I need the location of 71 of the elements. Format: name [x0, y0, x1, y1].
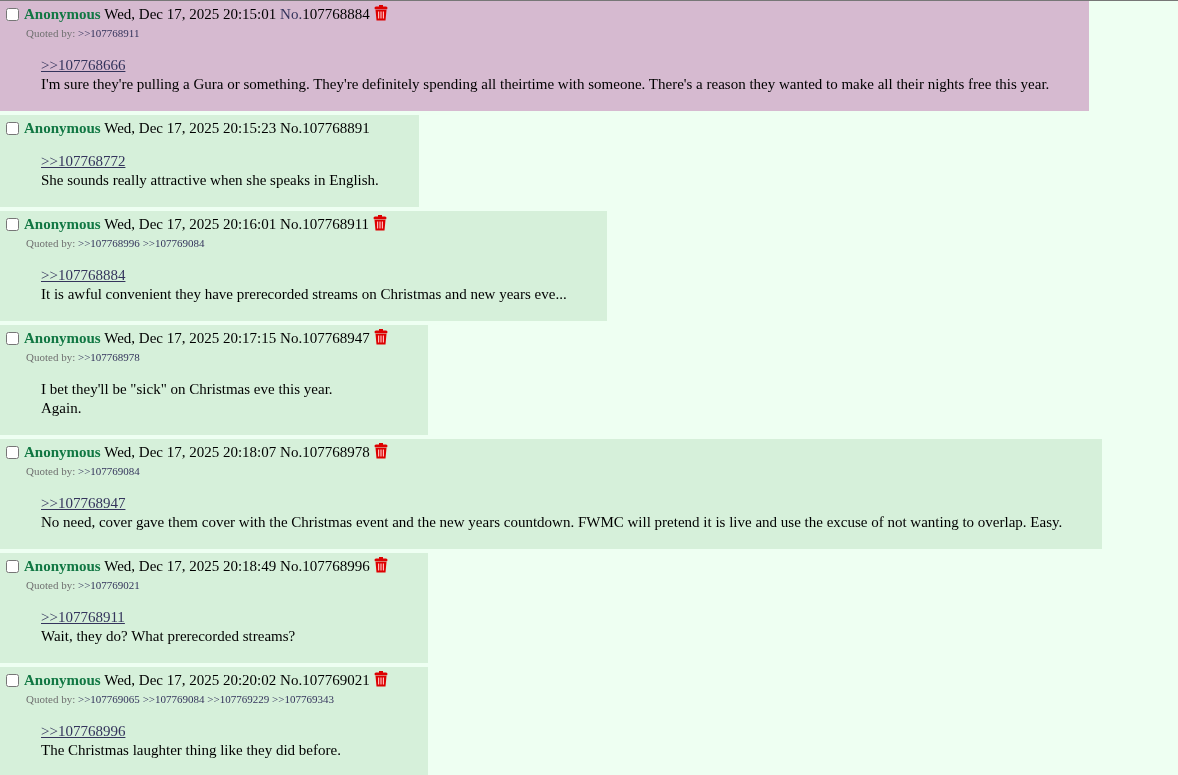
quoted-by-label: Quoted by:	[26, 693, 76, 705]
post-date: Wed, Dec 17, 2025 20:18:49	[104, 558, 277, 574]
post-number-value[interactable]: 107768891	[302, 120, 370, 136]
poster-name: Anonymous	[24, 216, 101, 232]
trash-icon[interactable]	[373, 5, 388, 21]
poster-name: Anonymous	[24, 558, 101, 574]
backlink[interactable]: >>107769084	[142, 237, 205, 249]
backlink[interactable]: >>107769084	[142, 693, 205, 705]
backlink[interactable]: >>107768978	[77, 351, 140, 363]
backlink[interactable]: >>107769065	[77, 693, 140, 705]
post-number[interactable]: No.	[280, 6, 303, 22]
post-number-value[interactable]: 107768947	[302, 330, 370, 346]
post-number-value[interactable]: 107768996	[302, 558, 370, 574]
post-text: I'm sure they're pulling a Gura or something. They're definitely spending all theirtime with someone. There's a reason they wanted to make all their nights free this year.	[41, 75, 1050, 94]
post-number-value[interactable]: 107768978	[302, 444, 370, 460]
quoted-by-label: Quoted by:	[26, 351, 76, 363]
quote-link[interactable]: >>107768911	[41, 609, 125, 625]
post-number-value[interactable]: 107769021	[302, 672, 370, 688]
post-text: Wait, they do? What prerecorded streams?	[41, 627, 297, 646]
post-number-value[interactable]: 107768911	[302, 216, 370, 232]
post-checkbox[interactable]	[6, 217, 19, 231]
post-text: I bet they'll be "sick" on Christmas eve this year.	[41, 380, 334, 399]
backlink[interactable]: >>107768911	[77, 27, 140, 39]
post-text: Again.	[41, 399, 83, 418]
post-checkbox[interactable]	[6, 559, 19, 573]
poster-name: Anonymous	[24, 120, 101, 136]
post-date: Wed, Dec 17, 2025 20:18:07	[104, 444, 277, 460]
backlink[interactable]: >>107769229	[207, 693, 270, 705]
quote-link[interactable]: >>107768772	[41, 153, 126, 169]
post-text: No need, cover gave them cover with the Christmas event and the new years countdown. FWMC will pretend it is live and use the excuse of not wanting to overlap. Easy.	[41, 513, 1063, 532]
quoted-by-label: Quoted by:	[26, 27, 76, 39]
quote-link[interactable]: >>107768884	[41, 267, 126, 283]
post-checkbox[interactable]	[6, 331, 19, 345]
poster-name: Anonymous	[24, 444, 101, 460]
post-checkbox[interactable]	[6, 7, 19, 21]
trash-icon[interactable]	[373, 443, 388, 459]
backlink[interactable]: >>107769021	[77, 579, 140, 591]
trash-icon[interactable]	[373, 215, 388, 231]
post-date: Wed, Dec 17, 2025 20:15:01	[104, 6, 277, 22]
trash-icon[interactable]	[373, 671, 388, 687]
trash-icon[interactable]	[373, 329, 388, 345]
post-number[interactable]: No.	[280, 558, 303, 574]
post-checkbox[interactable]	[6, 445, 19, 459]
quoted-by-label: Quoted by:	[26, 237, 76, 249]
post-text: The Christmas laughter thing like they did before.	[41, 741, 342, 760]
post-number[interactable]: No.	[280, 672, 303, 688]
poster-name: Anonymous	[24, 672, 101, 688]
post-date: Wed, Dec 17, 2025 20:15:23	[104, 120, 277, 136]
quote-link[interactable]: >>107768666	[41, 57, 126, 73]
quote-link[interactable]: >>107768947	[41, 495, 126, 511]
post-date: Wed, Dec 17, 2025 20:17:15	[104, 330, 277, 346]
post-number[interactable]: No.	[280, 120, 303, 136]
post-text: It is awful convenient they have prerecorded streams on Christmas and new years eve...	[41, 285, 567, 304]
post-number[interactable]: No.	[280, 330, 303, 346]
post-checkbox[interactable]	[6, 673, 19, 687]
post-number-value[interactable]: 107768884	[302, 6, 370, 22]
backlink[interactable]: >>107769343	[271, 693, 334, 705]
post-number[interactable]: No.	[280, 444, 303, 460]
poster-name: Anonymous	[24, 6, 101, 22]
post-text: She sounds really attractive when she speaks in English.	[41, 171, 379, 190]
post-date: Wed, Dec 17, 2025 20:16:01	[104, 216, 277, 232]
trash-icon[interactable]	[373, 557, 388, 573]
quoted-by-label: Quoted by:	[26, 465, 76, 477]
backlink[interactable]: >>107768996	[77, 237, 140, 249]
poster-name: Anonymous	[24, 330, 101, 346]
post-checkbox[interactable]	[6, 121, 19, 135]
quoted-by-label: Quoted by:	[26, 579, 76, 591]
backlink[interactable]: >>107769084	[77, 465, 140, 477]
post-date: Wed, Dec 17, 2025 20:20:02	[104, 672, 277, 688]
post-number[interactable]: No.	[280, 216, 303, 232]
quote-link[interactable]: >>107768996	[41, 723, 126, 739]
